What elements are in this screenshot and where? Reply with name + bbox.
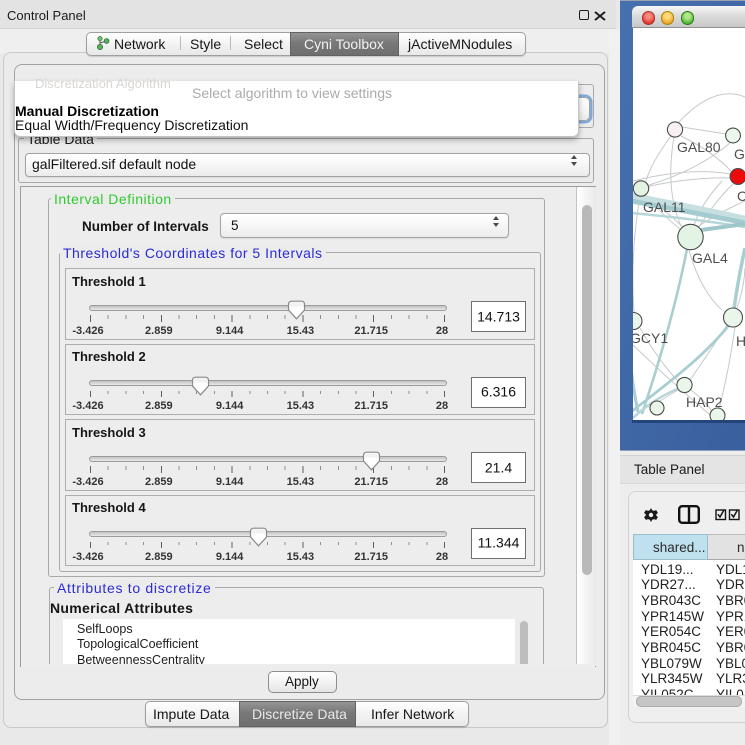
svg-text:H: H bbox=[736, 333, 745, 349]
svg-text:C: C bbox=[737, 188, 745, 204]
svg-text:G.: G. bbox=[734, 146, 745, 162]
svg-text:GAL4: GAL4 bbox=[692, 250, 728, 266]
svg-text:HAP2: HAP2 bbox=[686, 394, 723, 410]
svg-text:GAL11: GAL11 bbox=[643, 199, 686, 215]
svg-text:GAL80: GAL80 bbox=[677, 139, 721, 155]
svg-text:GCY1: GCY1 bbox=[633, 330, 668, 346]
